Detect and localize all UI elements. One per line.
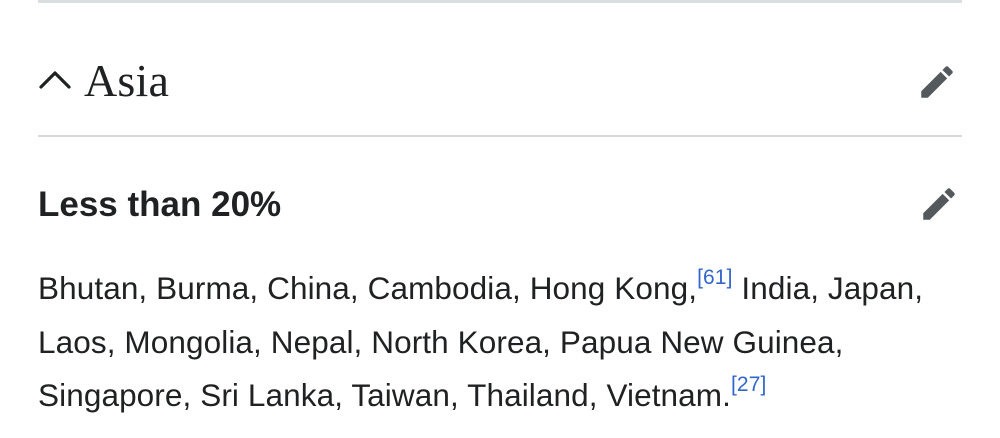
- reference-link[interactable]: [61]: [697, 266, 732, 289]
- section-title[interactable]: Asia: [84, 51, 169, 111]
- subsection-title: Less than 20%: [38, 185, 282, 224]
- chevron-up-icon[interactable]: [38, 66, 72, 90]
- paragraph-text: Bhutan, Burma, China, Cambodia, Hong Kon…: [38, 270, 698, 306]
- pencil-icon[interactable]: [918, 183, 960, 225]
- reference-link[interactable]: [27]: [731, 373, 766, 396]
- pencil-icon[interactable]: [916, 61, 958, 103]
- section-header-asia[interactable]: Asia: [38, 3, 962, 137]
- country-list-paragraph: Bhutan, Burma, China, Cambodia, Hong Kon…: [38, 262, 963, 423]
